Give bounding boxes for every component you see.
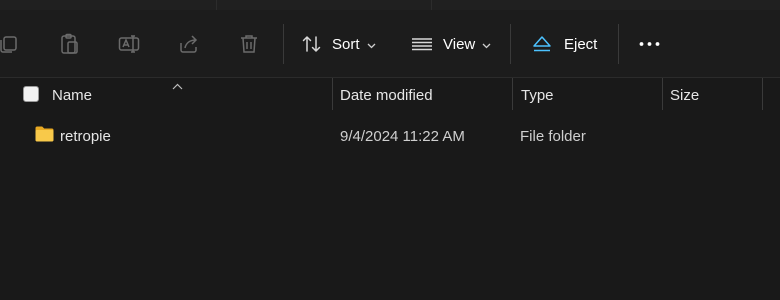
sort-icon (301, 33, 323, 55)
view-label: View (443, 35, 476, 53)
delete-icon[interactable] (237, 32, 261, 56)
copy-icon[interactable] (0, 32, 20, 56)
view-icon (411, 33, 433, 55)
column-divider[interactable] (512, 78, 513, 110)
column-header-name[interactable]: Name (52, 87, 92, 104)
file-row[interactable]: retropie 9/4/2024 11:22 AM File folder (0, 120, 780, 152)
share-icon[interactable] (177, 32, 201, 56)
sort-button[interactable]: Sort (301, 29, 376, 59)
select-all-checkbox[interactable] (23, 86, 39, 102)
rename-icon[interactable] (117, 32, 141, 56)
view-button[interactable]: View (411, 29, 491, 59)
more-icon[interactable] (638, 32, 662, 56)
toolbar-separator (618, 24, 619, 64)
column-header-size[interactable]: Size (670, 87, 699, 104)
toolbar-separator (283, 24, 284, 64)
chevron-down-icon (367, 36, 376, 53)
tab-divider (431, 0, 432, 10)
file-type: File folder (520, 128, 586, 145)
tab-strip (0, 0, 780, 10)
file-name: retropie (60, 128, 111, 145)
column-divider[interactable] (662, 78, 663, 110)
command-bar: Sort View Eject (0, 10, 780, 77)
column-header-type[interactable]: Type (521, 87, 554, 104)
column-divider[interactable] (762, 78, 763, 110)
tab-divider (216, 0, 217, 10)
paste-icon[interactable] (57, 32, 81, 56)
file-date-modified: 9/4/2024 11:22 AM (340, 128, 465, 145)
chevron-down-icon (482, 36, 491, 53)
folder-icon (35, 126, 54, 147)
column-divider[interactable] (332, 78, 333, 110)
eject-icon (532, 33, 552, 55)
eject-button[interactable]: Eject (532, 29, 597, 59)
eject-label: Eject (564, 35, 598, 53)
toolbar-separator (510, 24, 511, 64)
sort-label: Sort (332, 35, 360, 53)
column-header-date-modified[interactable]: Date modified (340, 87, 433, 104)
sort-caret-icon (172, 77, 183, 95)
